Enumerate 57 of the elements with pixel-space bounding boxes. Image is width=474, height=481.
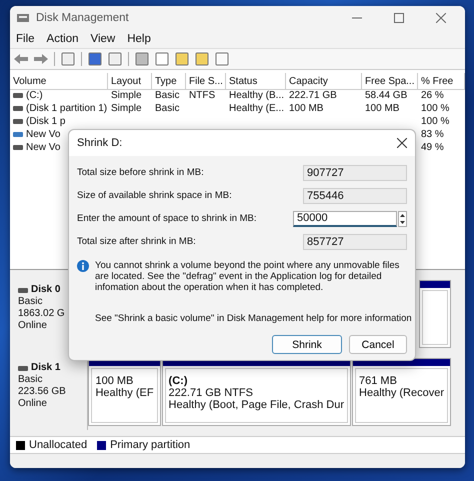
disk-label[interactable]: Disk 1 Basic 223.56 GB Online [16,358,88,430]
partition-block[interactable]: (C:) 222.71 GB NTFS Healthy (Boot, Page File, Crash Dur [162,358,352,426]
dialog-title: Shrink D: [77,137,122,149]
column-header[interactable]: Volume [10,73,108,90]
app-icon [16,12,30,24]
window-title: Disk Management [36,12,130,24]
partition-block[interactable]: 100 MB Healthy (EF [88,358,161,426]
spinner-icon[interactable] [398,210,407,226]
field-label: Size of available shrink space in MB: [77,190,232,201]
table-cell-text: Basic [154,90,180,101]
table-cell-text: 100 % [420,116,450,127]
table-cell: (Disk 1 partition 1) [10,103,108,114]
legend-label: Unallocated [29,439,88,451]
field-label: Enter the amount of space to shrink in MB: [77,213,257,224]
close-icon[interactable] [397,138,407,148]
column-header[interactable]: File S... [186,73,226,90]
legend-label: Primary partition [110,439,190,451]
forward-icon[interactable] [34,54,48,64]
menu-item[interactable]: File [16,33,35,45]
back-icon[interactable] [14,54,28,64]
column-header[interactable]: Layout [108,73,152,90]
field-label: Total size before shrink in MB: [77,167,204,178]
value-field: 857727 [303,234,407,250]
menu-item[interactable]: Action [46,33,78,45]
maximize-icon[interactable] [394,13,404,23]
table-cell-text: 222.71 GB [288,90,338,101]
info-icon [77,260,89,272]
value-field: 907727 [303,164,407,180]
table-cell-text: 100 % [420,103,450,114]
table-cell-text: NTFS [188,90,216,101]
table-cell: (Disk 1 p [10,116,108,127]
partition-block[interactable]: 761 MB Healthy (Recover [352,358,451,426]
table-cell: (C:) [10,90,108,101]
value-field: 755446 [303,188,407,204]
field-label: Total size after shrink in MB: [77,236,196,247]
table-cell-text: 100 MB [364,103,400,114]
column-header[interactable]: Status [226,73,286,90]
column-header[interactable]: Free Spa... [362,73,418,90]
table-cell-text: 49 % [420,142,445,153]
column-header[interactable]: Type [152,73,186,90]
table-cell-text: Simple [110,90,143,101]
table-cell-text: Healthy (B... [228,90,286,101]
table-cell-text: 100 MB [288,103,324,114]
table-cell-text: Healthy (E... [228,103,286,114]
table-cell-text: Basic [154,103,180,114]
menu-item[interactable]: Help [127,33,151,45]
partition-block[interactable] [419,280,451,348]
table-cell-text: 83 % [420,129,445,140]
cancel-button[interactable]: Cancel [349,335,407,354]
shrink-button[interactable]: Shrink [272,335,342,354]
input-field[interactable]: 50000 [293,210,397,226]
column-header[interactable]: Capacity [286,73,362,90]
column-header[interactable]: % Free [418,73,465,90]
table-cell-text: 26 % [420,90,445,101]
table-cell-text: Simple [110,103,143,114]
table-cell-text: 58.44 GB [364,90,408,101]
menu-item[interactable]: View [90,33,116,45]
